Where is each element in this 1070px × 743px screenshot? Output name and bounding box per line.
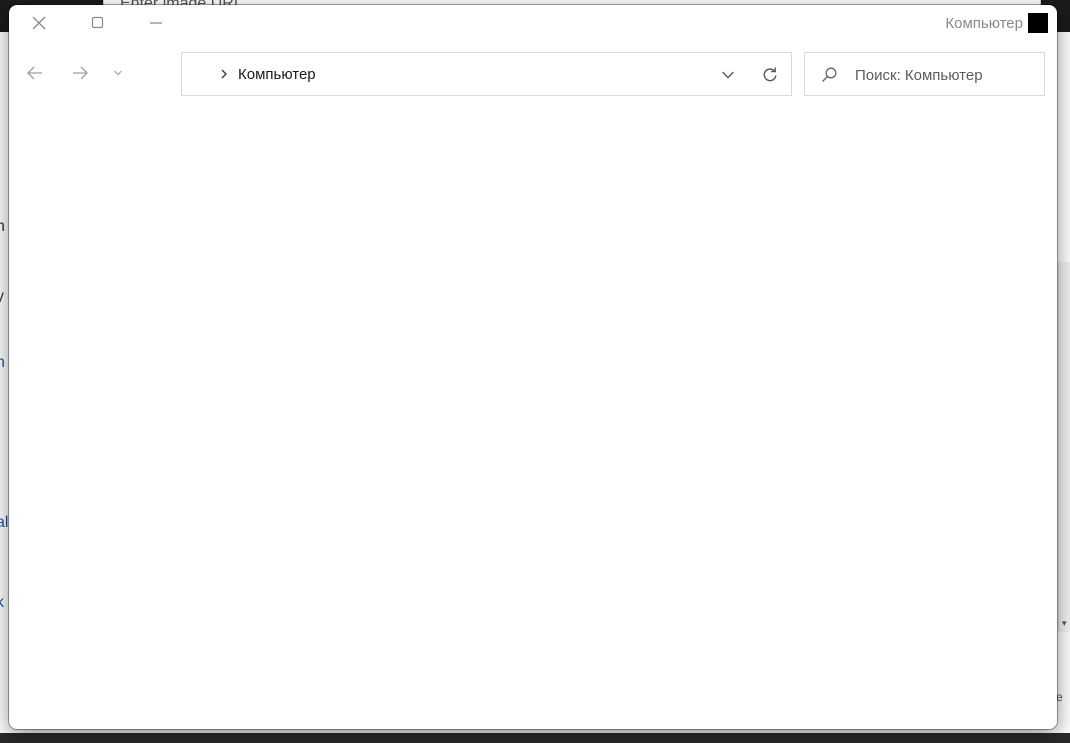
maximize-button[interactable] [75, 5, 121, 41]
window-title: Компьютер [945, 15, 1023, 32]
background-text-fragment: y [0, 288, 4, 305]
search-box[interactable] [804, 52, 1045, 96]
breadcrumb-separator[interactable] [218, 65, 230, 83]
refresh-icon [763, 67, 777, 82]
background-dropdown-arrow: ▾ [1062, 618, 1067, 628]
background-link-fragment: n [0, 354, 5, 371]
close-icon [32, 16, 46, 30]
chevron-down-icon [114, 70, 122, 76]
refresh-button[interactable] [756, 61, 784, 89]
minimize-button[interactable] [133, 5, 179, 41]
background-text-fragment: e [1056, 690, 1063, 704]
breadcrumb-item-computer[interactable]: Компьютер [238, 66, 316, 83]
arrow-right-icon [73, 66, 88, 80]
recent-locations-button[interactable] [106, 57, 130, 89]
search-icon [819, 65, 839, 85]
back-button[interactable] [17, 57, 53, 89]
maximize-icon [91, 16, 104, 29]
close-button[interactable] [16, 5, 62, 41]
chevron-down-icon [722, 71, 734, 79]
arrow-left-icon [27, 66, 42, 80]
background-bottom-bar [0, 733, 1070, 743]
app-icon [1028, 13, 1048, 33]
file-list-area[interactable] [9, 105, 1057, 729]
background-text-fragment: h [0, 218, 5, 235]
background-link-fragment: al [0, 514, 9, 531]
file-dialog-window: Компьютер Компьютер [9, 5, 1057, 729]
address-bar[interactable]: Компьютер [181, 52, 792, 96]
forward-button[interactable] [62, 57, 98, 89]
background-link-fragment: k [0, 594, 4, 611]
minimize-icon [150, 22, 162, 24]
address-history-dropdown-button[interactable] [714, 61, 742, 89]
background-scroll-area [1058, 262, 1070, 632]
search-input[interactable] [855, 63, 1037, 87]
chevron-right-icon [221, 69, 227, 79]
